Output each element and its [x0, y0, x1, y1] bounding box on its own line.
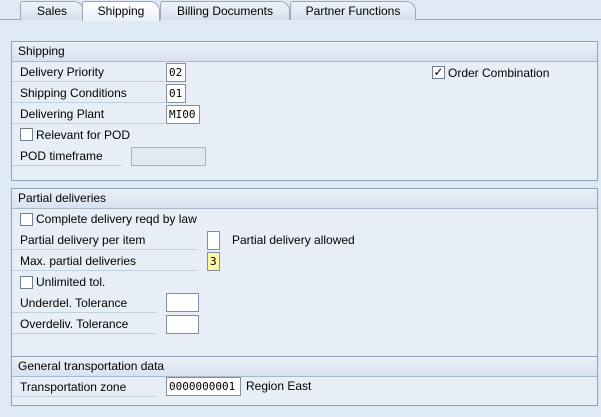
delivery-priority-field[interactable]: 02	[166, 63, 186, 82]
shipping-conditions-field[interactable]: 01	[166, 84, 186, 103]
delivering-plant-label: Delivering Plant	[12, 104, 165, 124]
max-partial-deliveries-field[interactable]: 3	[207, 252, 220, 271]
transportation-zone-label: Transportation zone	[12, 377, 156, 397]
delivering-plant-field[interactable]: MI00	[166, 105, 200, 124]
complete-delivery-label: Complete delivery reqd by law	[36, 212, 197, 226]
unlimited-tolerance-checkbox[interactable]	[20, 276, 33, 289]
tab-partner-functions[interactable]: Partner Functions	[290, 1, 416, 20]
shipping-conditions-label: Shipping Conditions	[12, 83, 165, 103]
delivery-priority-label: Delivery Priority	[12, 62, 165, 82]
relevant-for-pod-label: Relevant for POD	[36, 128, 131, 142]
tab-content: Shipping Delivery Priority 02 Shipping C…	[0, 20, 601, 417]
shipping-group: Shipping Delivery Priority 02 Shipping C…	[11, 41, 598, 181]
complete-delivery-checkbox[interactable]	[20, 213, 33, 226]
transportation-zone-description: Region East	[246, 379, 312, 393]
max-partial-deliveries-label: Max. partial deliveries	[12, 251, 197, 271]
order-combination-checkbox[interactable]: ✓	[432, 66, 445, 79]
overdelivery-tolerance-label: Overdeliv. Tolerance	[12, 314, 156, 334]
partial-per-item-description: Partial delivery allowed	[232, 233, 355, 247]
checkmark-icon: ✓	[433, 65, 444, 79]
relevant-for-pod-checkbox[interactable]	[20, 128, 33, 141]
transportation-group-title: General transportation data	[12, 357, 597, 377]
transportation-group: General transportation data Transportati…	[11, 356, 598, 406]
pod-timeframe-field[interactable]	[131, 147, 206, 166]
shipping-group-title: Shipping	[12, 42, 597, 62]
tab-strip: Sales Shipping Billing Documents Partner…	[0, 0, 601, 21]
transportation-zone-field[interactable]: 0000000001	[166, 377, 241, 396]
pod-timeframe-label: POD timeframe	[12, 146, 122, 166]
order-combination-label: Order Combination	[448, 66, 550, 80]
underdelivery-tolerance-field[interactable]	[166, 293, 199, 312]
tab-billing-documents[interactable]: Billing Documents	[160, 1, 290, 20]
partial-per-item-label: Partial delivery per item	[12, 230, 197, 250]
overdelivery-tolerance-field[interactable]	[166, 315, 199, 334]
partial-deliveries-group-title: Partial deliveries	[12, 189, 597, 209]
underdelivery-tolerance-label: Underdel. Tolerance	[12, 293, 156, 313]
tab-shipping[interactable]: Shipping	[82, 1, 160, 21]
partial-per-item-field[interactable]	[207, 231, 220, 250]
partial-deliveries-group: Partial deliveries Complete delivery req…	[11, 188, 598, 360]
unlimited-tolerance-label: Unlimited tol.	[36, 275, 106, 289]
tab-sales[interactable]: Sales	[20, 1, 84, 20]
